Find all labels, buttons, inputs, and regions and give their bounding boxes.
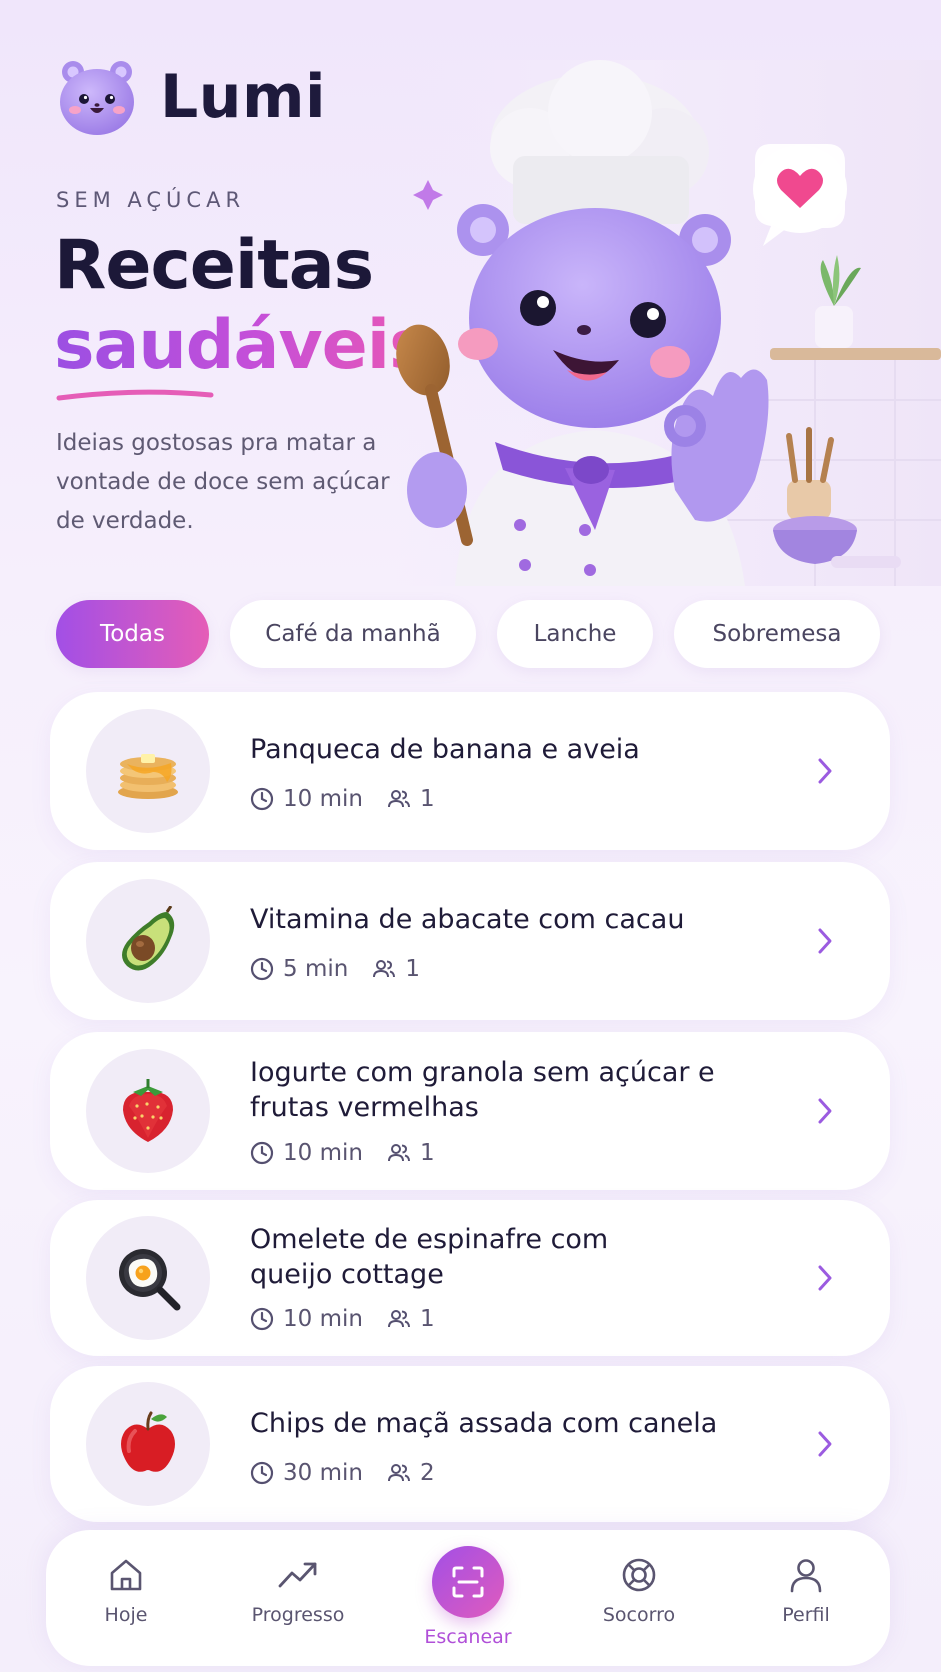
recipe-thumbnail	[86, 879, 210, 1003]
recipe-title: Panqueca de banana e aveia	[250, 734, 640, 765]
app-name: Lumi	[160, 62, 327, 132]
apple-icon	[121, 1411, 175, 1472]
chevron-right-icon	[818, 928, 832, 954]
recipe-meta: 10 min 1	[250, 1140, 435, 1166]
nav-label: Escanear	[424, 1626, 512, 1648]
servings-icon	[387, 1144, 410, 1162]
recipe-meta: 10 min 1	[250, 1306, 435, 1332]
recipe-time: 30 min	[283, 1460, 363, 1486]
chevron-right-icon	[818, 1098, 832, 1124]
hero-eyebrow: SEM AÇÚCAR	[56, 188, 246, 212]
recipe-servings: 1	[405, 956, 420, 982]
recipe-title: Vitamina de abacate com cacau	[250, 904, 685, 935]
clock-icon	[250, 957, 274, 981]
recipe-servings: 1	[419, 1306, 435, 1332]
servings-icon	[387, 790, 410, 808]
recipe-servings: 1	[419, 786, 435, 812]
servings-icon	[387, 1310, 410, 1328]
nav-label: Socorro	[602, 1604, 676, 1626]
trending-up-icon	[278, 1562, 317, 1588]
recipe-title: Iogurte com granola sem açúcar e frutas …	[250, 1057, 715, 1123]
recipe-title: Omelete de espinafre com queijo cottage	[250, 1224, 609, 1290]
clock-icon	[250, 1307, 274, 1331]
clock-icon	[250, 1141, 274, 1165]
nav-item-progresso[interactable]: Progresso	[223, 1530, 373, 1666]
avocado-icon	[122, 906, 175, 971]
scan-icon	[452, 1566, 484, 1598]
scan-button[interactable]	[432, 1546, 504, 1618]
nav-item-perfil[interactable]: Perfil	[731, 1530, 881, 1666]
chevron-right-icon	[818, 1265, 832, 1291]
recipe-meta: 10 min 1	[250, 786, 435, 812]
recipe-servings: 1	[419, 1140, 435, 1166]
recipe-time: 10 min	[283, 786, 363, 812]
pancakes-icon	[118, 754, 178, 799]
bear-logo-icon	[60, 61, 134, 135]
nav-item-socorro[interactable]: Socorro	[564, 1530, 714, 1666]
title-underline-decoration	[56, 389, 214, 401]
nav-label: Perfil	[782, 1604, 830, 1626]
recipe-thumbnail	[86, 1049, 210, 1173]
chevron-right-icon	[818, 758, 832, 784]
servings-icon	[387, 1464, 410, 1482]
recipe-card[interactable]: Omelete de espinafre com queijo cottage …	[50, 1200, 890, 1356]
nav-label: Hoje	[104, 1604, 148, 1626]
servings-icon	[373, 960, 396, 978]
recipe-card[interactable]: Iogurte com granola sem açúcar e frutas …	[50, 1032, 890, 1190]
recipe-thumbnail	[86, 1382, 210, 1506]
recipe-servings: 2	[419, 1460, 435, 1486]
recipe-card[interactable]: Panqueca de banana e aveia 10 min 1	[50, 692, 890, 850]
filter-chip-lanche[interactable]: Lanche	[497, 600, 653, 668]
frying-pan-egg-icon	[119, 1249, 181, 1311]
recipe-title: Chips de maçã assada com canela	[250, 1408, 718, 1439]
home-icon	[110, 1559, 142, 1591]
chevron-right-icon	[818, 1431, 832, 1457]
recipe-meta: 5 min 1	[250, 956, 420, 982]
page-title-highlight: saudáveis	[54, 306, 430, 385]
filter-chip-sobremesa[interactable]: Sobremesa	[674, 600, 880, 668]
recipe-thumbnail	[86, 1216, 210, 1340]
recipe-thumbnail	[86, 709, 210, 833]
user-icon	[790, 1559, 822, 1593]
recipe-time: 10 min	[283, 1306, 363, 1332]
filter-chip-todas[interactable]: Todas	[56, 600, 209, 668]
app-brand: Lumi	[56, 56, 326, 138]
recipe-card[interactable]: Chips de maçã assada com canela 30 min 2	[50, 1366, 890, 1522]
strawberry-icon	[123, 1079, 173, 1142]
page-title: Receitas	[54, 226, 374, 305]
nav-item-hoje[interactable]: Hoje	[51, 1530, 201, 1666]
nav-item-escanear[interactable]: Escanear	[393, 1530, 543, 1666]
recipe-card[interactable]: Vitamina de abacate com cacau 5 min 1	[50, 862, 890, 1020]
nav-label: Progresso	[251, 1604, 345, 1626]
recipe-meta: 30 min 2	[250, 1460, 435, 1486]
lifebuoy-icon	[622, 1558, 656, 1592]
hero-subtitle: Ideias gostosas pra matar a vontade de d…	[56, 430, 390, 534]
clock-icon	[250, 1461, 274, 1485]
filter-chip-cafe-da-manha[interactable]: Café da manhã	[230, 600, 476, 668]
recipe-time: 5 min	[283, 956, 349, 982]
recipe-time: 10 min	[283, 1140, 363, 1166]
chef-bear-mascot-illustration	[395, 60, 941, 586]
bottom-navigation: Hoje Progresso Escanear Socorro Perfil	[46, 1530, 890, 1666]
clock-icon	[250, 787, 274, 811]
